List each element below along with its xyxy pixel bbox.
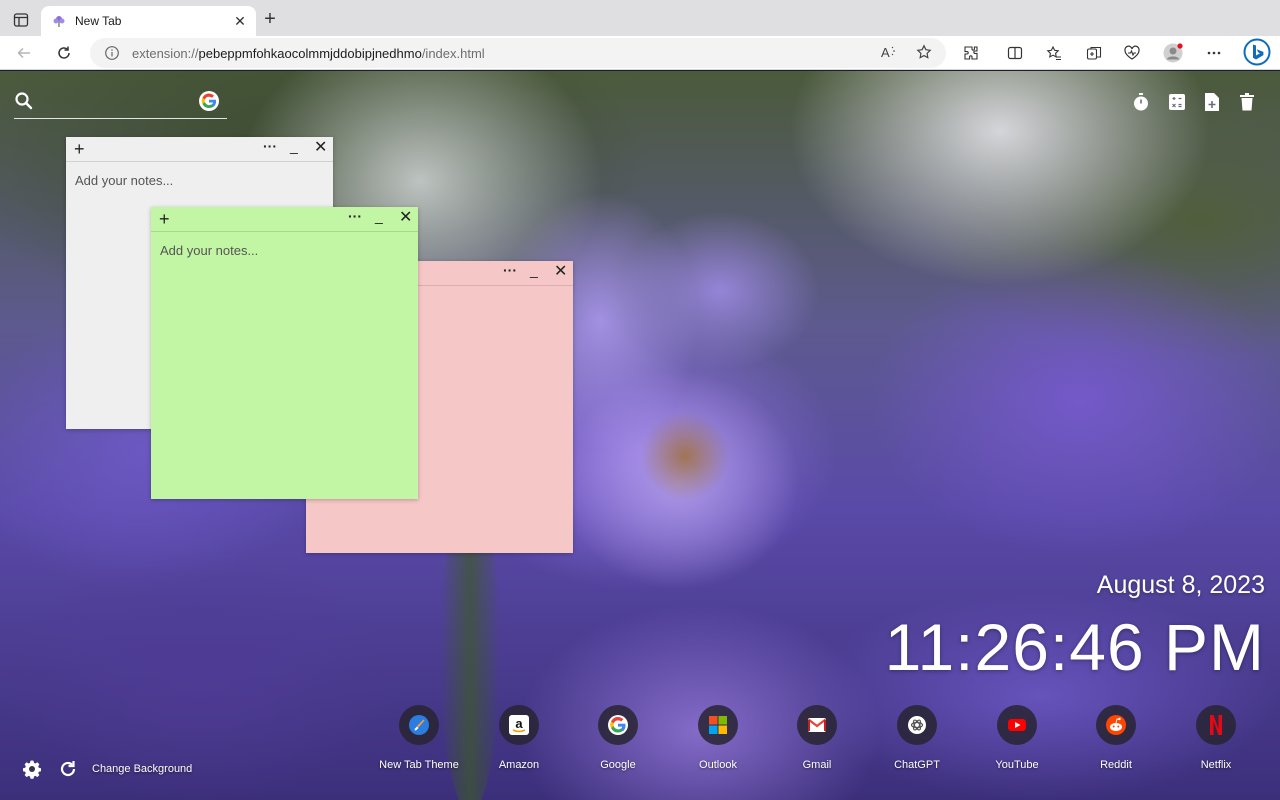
close-icon[interactable]: ✕ [314,140,327,156]
minimize-icon[interactable]: _ [290,138,298,154]
date-display: August 8, 2023 [1096,571,1265,599]
close-tab-icon[interactable]: ✕ [232,13,248,29]
tab-actions-icon[interactable] [10,10,32,30]
shortcut-reddit[interactable]: Reddit [1071,705,1161,775]
change-background-link[interactable]: Change Background [92,763,192,775]
chatgpt-icon [897,705,937,745]
read-aloud-icon[interactable]: A [878,41,900,63]
timer-icon[interactable] [1130,91,1152,113]
shortcut-youtube[interactable]: YouTube [972,705,1062,775]
split-screen-icon[interactable] [1004,42,1026,64]
background-flower [640,411,730,501]
shortcut-label: Reddit [1100,759,1132,771]
svg-text:a: a [515,716,523,731]
tab-strip: New Tab ✕ + [0,0,1280,36]
close-icon[interactable]: ✕ [399,210,412,226]
theme-icon [399,705,439,745]
shortcut-outlook[interactable]: Outlook [673,705,763,775]
bing-copilot-icon[interactable] [1243,38,1271,66]
shortcut-new-tab-theme[interactable]: New Tab Theme [374,705,464,775]
back-arrow-icon[interactable] [12,41,36,65]
minimize-icon[interactable]: _ [375,208,383,224]
shortcut-label: Outlook [699,759,737,771]
youtube-icon [997,705,1037,745]
shortcut-label: Amazon [498,759,540,771]
note-header: + ··· _ ✕ [66,137,333,162]
shortcut-chatgpt[interactable]: ChatGPT [872,705,962,775]
favorites-icon[interactable] [1043,42,1065,64]
iris-favicon-icon [51,13,67,29]
tab-new-tab[interactable]: New Tab ✕ [41,6,256,36]
netflix-icon [1196,705,1236,745]
browser-toolbar: extension://pebeppmfohkaocolmmjddobipjne… [0,36,1280,70]
note-header: + ··· _ ✕ [151,207,418,232]
collections-icon[interactable] [1083,42,1105,64]
more-options-icon[interactable]: ··· [263,138,277,154]
address-bar[interactable]: extension://pebeppmfohkaocolmmjddobipjne… [90,38,946,68]
trash-icon[interactable] [1236,91,1258,113]
amazon-icon: a [499,705,539,745]
sticky-note: + ··· _ ✕ [151,207,418,499]
new-tab-page: + ··· _ ✕ ··· _ ✕ + ··· _ ✕ August 8, 20… [0,71,1280,800]
reddit-icon [1096,705,1136,745]
clock-display: 11:26:46 PM [884,610,1265,684]
shortcut-label: Netflix [1200,759,1232,771]
shortcut-label: ChatGPT [894,759,940,771]
calculator-icon[interactable] [1166,91,1188,113]
shortcut-label: Google [600,759,636,771]
add-note-icon[interactable] [1201,91,1223,113]
shortcut-label: Gmail [802,759,832,771]
shortcut-label: YouTube [995,759,1039,771]
search-bar [14,87,227,119]
google-icon [598,705,638,745]
note-textarea[interactable] [151,233,418,499]
search-icon[interactable] [14,91,34,111]
svg-text:A: A [881,45,890,60]
more-options-icon[interactable] [1203,42,1225,64]
refresh-icon[interactable] [58,759,78,779]
shortcut-gmail[interactable]: Gmail [772,705,862,775]
google-icon[interactable] [199,91,219,111]
favorite-star-icon[interactable] [913,41,935,63]
background-flower [620,211,820,371]
extensions-icon[interactable] [960,42,982,64]
info-icon[interactable] [104,45,120,61]
add-note-icon[interactable]: + [74,139,85,159]
close-icon[interactable]: ✕ [554,264,567,280]
shortcut-google[interactable]: Google [573,705,663,775]
new-tab-button[interactable]: + [260,9,280,30]
shortcut-amazon[interactable]: a Amazon [474,705,564,775]
browser-essentials-icon[interactable] [1121,42,1143,64]
search-input[interactable] [42,89,192,115]
more-options-icon[interactable]: ··· [348,208,362,224]
shortcut-netflix[interactable]: Netflix [1171,705,1261,775]
gear-icon[interactable] [22,759,42,779]
gmail-icon [797,705,837,745]
tab-title: New Tab [75,14,122,28]
add-note-icon[interactable]: + [159,209,170,229]
refresh-icon[interactable] [52,41,76,65]
shortcut-label: New Tab Theme [379,759,459,771]
profile-avatar[interactable] [1162,42,1184,64]
outlook-icon [698,705,738,745]
more-options-icon[interactable]: ··· [503,262,517,278]
url-text: extension://pebeppmfohkaocolmmjddobipjne… [132,45,485,61]
minimize-icon[interactable]: _ [530,262,538,278]
